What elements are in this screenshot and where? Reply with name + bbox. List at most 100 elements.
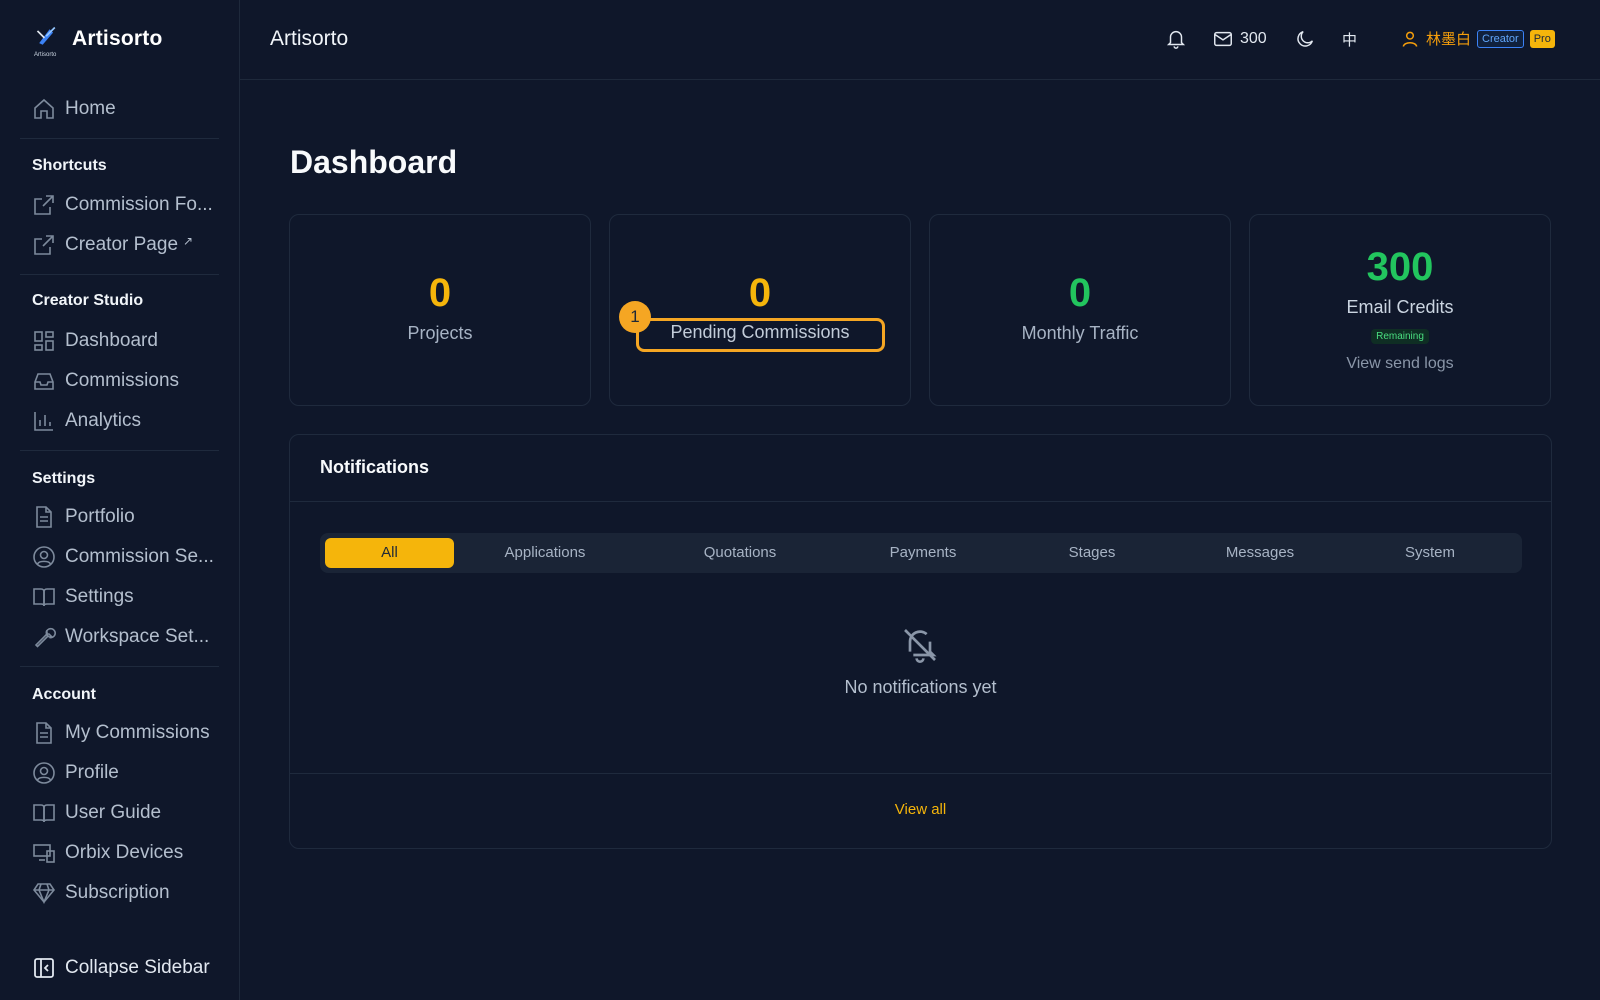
view-all-link[interactable]: View all bbox=[290, 801, 1551, 818]
brand-name: Artisorto bbox=[72, 27, 163, 50]
book-icon bbox=[32, 801, 56, 825]
document-icon bbox=[32, 721, 56, 745]
sidebar-item-label: Workspace Set... bbox=[65, 626, 210, 647]
bell-icon[interactable] bbox=[1165, 28, 1187, 50]
collapse-sidebar-icon bbox=[32, 956, 56, 980]
mail-icon[interactable] bbox=[1212, 28, 1234, 50]
user-circle-icon bbox=[32, 545, 56, 569]
sidebar-item-profile[interactable]: Profile bbox=[32, 758, 222, 788]
annotation-marker: 1 bbox=[619, 301, 651, 333]
email-credit-count[interactable]: 300 bbox=[1240, 30, 1267, 48]
tab-stages[interactable]: Stages bbox=[1017, 538, 1167, 568]
top-header: Artisorto 300 中 林墨白 Creator Pro bbox=[240, 0, 1600, 80]
collapse-sidebar-label: Collapse Sidebar bbox=[65, 957, 210, 978]
dashboard-icon bbox=[32, 329, 56, 353]
sidebar-item-label: Dashboard bbox=[65, 330, 158, 351]
header-title: Artisorto bbox=[270, 27, 349, 50]
sidebar-item-label: Commission Se... bbox=[65, 546, 214, 567]
sidebar-item-label: Portfolio bbox=[65, 506, 135, 527]
tab-system[interactable]: System bbox=[1355, 538, 1505, 568]
sidebar-item-my-commissions[interactable]: My Commissions bbox=[32, 718, 222, 748]
section-title-account: Account bbox=[32, 686, 96, 703]
arrow-up-right-icon: ↗ bbox=[183, 234, 194, 248]
sidebar-item-analytics[interactable]: Analytics bbox=[32, 406, 222, 436]
moon-icon[interactable] bbox=[1294, 28, 1316, 50]
stat-label: Monthly Traffic bbox=[1021, 323, 1139, 343]
sidebar: Artisorto Artisorto Home Shortcuts Commi… bbox=[0, 0, 240, 1000]
stat-card-pending-commissions[interactable]: 0 bbox=[609, 214, 911, 406]
remaining-badge: Remaining bbox=[1371, 329, 1429, 344]
external-link-icon bbox=[32, 233, 56, 257]
sidebar-item-commission-settings[interactable]: Commission Se... bbox=[32, 542, 222, 572]
pro-badge: Pro bbox=[1529, 29, 1555, 48]
section-title-creator-studio: Creator Studio bbox=[32, 292, 144, 309]
sidebar-item-orbix-devices[interactable]: Orbix Devices bbox=[32, 838, 222, 868]
sidebar-item-label: Subscription bbox=[65, 882, 170, 903]
empty-state-text: No notifications yet bbox=[844, 677, 997, 697]
document-icon bbox=[32, 505, 56, 529]
stat-label: Projects bbox=[407, 323, 473, 343]
notification-tabs: All Applications Quotations Payments Sta… bbox=[320, 533, 1522, 573]
external-link-icon bbox=[32, 193, 56, 217]
tab-applications[interactable]: Applications bbox=[470, 538, 620, 568]
sidebar-item-creator-page[interactable]: Creator Page ↗ bbox=[32, 230, 222, 260]
brand-logo-icon: Artisorto bbox=[32, 24, 62, 58]
home-icon bbox=[32, 97, 56, 121]
sidebar-item-label: Home bbox=[65, 98, 116, 119]
sidebar-divider bbox=[20, 666, 219, 667]
sidebar-divider bbox=[20, 138, 219, 139]
user-name: 林墨白 bbox=[1426, 31, 1472, 48]
sidebar-divider bbox=[20, 450, 219, 451]
wrench-icon bbox=[32, 625, 56, 649]
section-title-shortcuts: Shortcuts bbox=[32, 157, 107, 174]
diamond-icon bbox=[32, 881, 56, 905]
tab-payments[interactable]: Payments bbox=[848, 538, 998, 568]
sidebar-item-commission-form[interactable]: Commission Fo... bbox=[32, 190, 222, 220]
sidebar-item-label: Commissions bbox=[65, 370, 180, 391]
stat-card-email-credits[interactable]: 300 Email Credits Remaining View send lo… bbox=[1249, 214, 1551, 406]
stat-value: 0 bbox=[428, 271, 452, 315]
annotation-highlight-box bbox=[636, 318, 885, 352]
book-icon bbox=[32, 585, 56, 609]
stat-value: 0 bbox=[748, 271, 772, 315]
notifications-panel: Notifications All Applications Quotation… bbox=[289, 434, 1552, 849]
sidebar-item-label: Commission Fo... bbox=[65, 194, 213, 215]
sidebar-item-dashboard[interactable]: Dashboard bbox=[32, 326, 222, 356]
bell-off-icon bbox=[900, 625, 940, 665]
panel-divider bbox=[290, 501, 1551, 502]
tab-messages[interactable]: Messages bbox=[1185, 538, 1335, 568]
sidebar-item-label: Orbix Devices bbox=[65, 842, 184, 863]
user-icon bbox=[1400, 29, 1420, 49]
collapse-sidebar-button[interactable]: Collapse Sidebar bbox=[32, 953, 222, 983]
sidebar-item-workspace-settings[interactable]: Workspace Set... bbox=[32, 622, 222, 652]
creator-badge: Creator bbox=[1477, 29, 1524, 48]
tab-all[interactable]: All bbox=[325, 538, 454, 568]
user-menu[interactable]: 林墨白 Creator Pro bbox=[1400, 28, 1555, 49]
stat-value: 0 bbox=[1068, 271, 1092, 315]
sidebar-divider bbox=[20, 274, 219, 275]
view-send-logs-link[interactable]: View send logs bbox=[1250, 355, 1550, 373]
sidebar-item-user-guide[interactable]: User Guide bbox=[32, 798, 222, 828]
sidebar-item-label: Analytics bbox=[65, 410, 142, 431]
sidebar-item-settings[interactable]: Settings bbox=[32, 582, 222, 612]
stat-label: Email Credits bbox=[1346, 297, 1454, 317]
brand[interactable]: Artisorto Artisorto bbox=[32, 24, 163, 58]
devices-icon bbox=[32, 841, 56, 865]
sidebar-item-label: My Commissions bbox=[65, 722, 210, 743]
sidebar-item-label: User Guide bbox=[65, 802, 162, 823]
sidebar-item-portfolio[interactable]: Portfolio bbox=[32, 502, 222, 532]
sidebar-item-subscription[interactable]: Subscription bbox=[32, 878, 222, 908]
stat-value: 300 bbox=[1366, 245, 1434, 289]
stat-card-projects[interactable]: 0 Projects bbox=[289, 214, 591, 406]
sidebar-item-label: Settings bbox=[65, 586, 134, 607]
tab-quotations[interactable]: Quotations bbox=[665, 538, 815, 568]
sidebar-item-label: Profile bbox=[65, 762, 119, 783]
stat-card-monthly-traffic[interactable]: 0 Monthly Traffic bbox=[929, 214, 1231, 406]
sidebar-item-home[interactable]: Home bbox=[32, 94, 222, 124]
language-switcher[interactable]: 中 bbox=[1342, 29, 1357, 50]
user-circle-icon bbox=[32, 761, 56, 785]
panel-divider bbox=[290, 773, 1551, 774]
page-title: Dashboard bbox=[290, 144, 458, 180]
sidebar-item-commissions[interactable]: Commissions bbox=[32, 366, 222, 396]
notifications-title: Notifications bbox=[320, 457, 430, 477]
